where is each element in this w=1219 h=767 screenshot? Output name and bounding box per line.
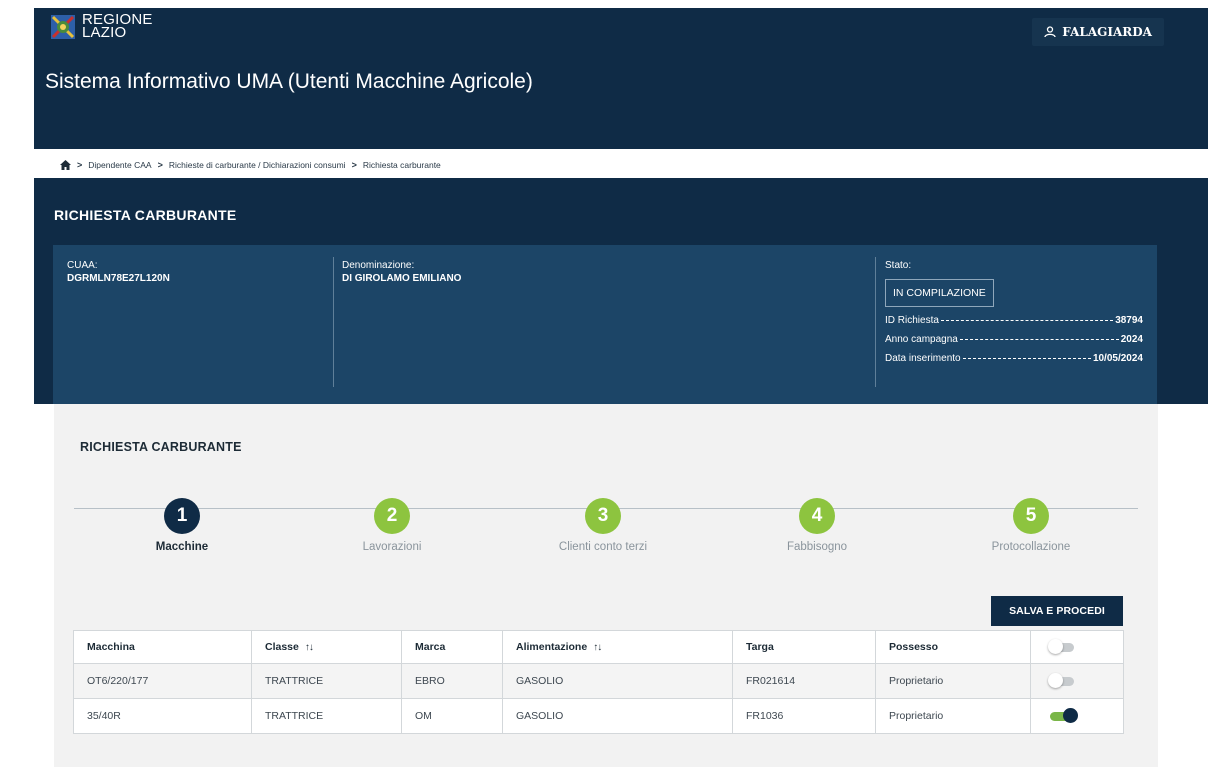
- cuaa-block: CUAA: DGRMLN78E27L120N: [67, 245, 170, 404]
- meta-label: Anno campagna: [885, 334, 958, 345]
- user-icon: [1044, 26, 1056, 38]
- machines-table: Macchina Classe ↑↓ Marca Alimentazione ↑↓ …: [73, 630, 1124, 734]
- column-label: Possesso: [889, 641, 939, 653]
- table-header-row: Macchina Classe ↑↓ Marca Alimentazione ↑↓ …: [73, 630, 1124, 664]
- step-protocollazione[interactable]: 5 Protocollazione: [941, 498, 1121, 553]
- meta-value: 10/05/2024: [1092, 353, 1143, 364]
- cell-targa: FR021614: [732, 663, 876, 699]
- toggle-knob: [1048, 639, 1063, 654]
- step-clienti-conto-terzi[interactable]: 3 Clienti conto terzi: [513, 498, 693, 553]
- column-header-targa: Targa: [732, 630, 876, 664]
- page-title: RICHIESTA CARBURANTE: [54, 207, 237, 223]
- cell-macchina: 35/40R: [73, 698, 252, 734]
- column-header-alimentazione[interactable]: Alimentazione ↑↓: [502, 630, 733, 664]
- step-label: Protocollazione: [991, 541, 1071, 553]
- cell-targa: FR1036: [732, 698, 876, 734]
- user-menu-button[interactable]: FALAGIARDA: [1032, 18, 1164, 46]
- cell-possesso: Proprietario: [875, 663, 1031, 699]
- user-name: FALAGIARDA: [1062, 25, 1152, 39]
- column-label: Macchina: [87, 641, 135, 653]
- meta-label: ID Richiesta: [885, 315, 939, 326]
- breadcrumb: > Dipendente CAA > Richieste di carburan…: [60, 160, 441, 170]
- request-summary: RICHIESTA CARBURANTE CUAA: DGRMLN78E27L1…: [34, 178, 1208, 404]
- meta-id-richiesta: ID Richiesta 38794: [885, 315, 1143, 326]
- cell-alimentazione: GASOLIO: [502, 698, 733, 734]
- meta-data-inserimento: Data inserimento 10/05/2024: [885, 353, 1143, 364]
- step-lavorazioni[interactable]: 2 Lavorazioni: [302, 498, 482, 553]
- sort-icon[interactable]: ↑↓: [593, 642, 602, 653]
- column-header-possesso: Possesso: [875, 630, 1031, 664]
- save-and-proceed-button[interactable]: SALVA E PROCEDI: [991, 596, 1123, 626]
- sort-icon[interactable]: ↑↓: [305, 642, 314, 653]
- breadcrumb-separator: >: [157, 160, 163, 170]
- regione-lazio-logo-icon[interactable]: [50, 14, 76, 40]
- column-label: Targa: [746, 641, 774, 653]
- column-header-select-all[interactable]: [1030, 630, 1124, 664]
- step-fabbisogno[interactable]: 4 Fabbisogno: [727, 498, 907, 553]
- step-label: Fabbisogno: [786, 541, 848, 553]
- step-label: Lavorazioni: [362, 541, 422, 553]
- stato-block: Stato: IN COMPILAZIONE ID Richiesta 3879…: [885, 245, 1143, 404]
- request-info-panel: CUAA: DGRMLN78E27L120N Denominazione: DI…: [53, 245, 1157, 404]
- app-title: Sistema Informativo UMA (Utenti Macchine…: [45, 70, 533, 93]
- column-header-marca: Marca: [401, 630, 503, 664]
- column-label: Classe: [265, 641, 299, 653]
- toggle-knob: [1048, 673, 1063, 688]
- breadcrumb-separator: >: [351, 160, 357, 170]
- step-number: 3: [585, 498, 621, 534]
- breadcrumb-item-dipendente-caa[interactable]: Dipendente CAA: [88, 160, 151, 170]
- cell-marca: EBRO: [401, 663, 503, 699]
- step-macchine[interactable]: 1 Macchine: [92, 498, 272, 553]
- cuaa-label: CUAA:: [67, 260, 98, 271]
- step-label: Macchine: [155, 541, 209, 553]
- cell-select[interactable]: [1030, 698, 1124, 734]
- cell-macchina: OT6/220/177: [73, 663, 252, 699]
- status-badge: IN COMPILAZIONE: [885, 279, 994, 307]
- meta-value: 2024: [1120, 334, 1143, 345]
- step-number: 2: [374, 498, 410, 534]
- brand-name: REGIONE LAZIO: [82, 12, 153, 40]
- column-header-classe[interactable]: Classe ↑↓: [251, 630, 402, 664]
- table-row[interactable]: 35/40R TRATTRICE OM GASOLIO FR1036 Propr…: [73, 698, 1124, 734]
- select-all-toggle[interactable]: [1048, 639, 1078, 654]
- home-icon[interactable]: [60, 160, 71, 170]
- step-number: 1: [164, 498, 200, 534]
- denominazione-value: DI GIROLAMO EMILIANO: [342, 273, 462, 284]
- cell-possesso: Proprietario: [875, 698, 1031, 734]
- meta-value: 38794: [1115, 315, 1143, 326]
- step-label: Clienti conto terzi: [558, 541, 648, 553]
- app-header: REGIONE LAZIO FALAGIARDA Sistema Informa…: [34, 8, 1208, 149]
- cell-alimentazione: GASOLIO: [502, 663, 733, 699]
- step-number: 5: [1013, 498, 1049, 534]
- toggle-knob: [1063, 708, 1078, 723]
- denominazione-label: Denominazione:: [342, 260, 415, 271]
- denominazione-block: Denominazione: DI GIROLAMO EMILIANO: [342, 245, 461, 404]
- row-select-toggle[interactable]: [1048, 708, 1078, 723]
- meta-label: Data inserimento: [885, 353, 961, 364]
- column-header-macchina: Macchina: [73, 630, 252, 664]
- info-divider: [333, 257, 334, 387]
- meta-anno-campagna: Anno campagna 2024: [885, 334, 1143, 345]
- table-row[interactable]: OT6/220/177 TRATTRICE EBRO GASOLIO FR021…: [73, 663, 1124, 699]
- breadcrumb-item-richieste[interactable]: Richieste di carburante / Dichiarazioni …: [169, 160, 346, 170]
- leader-dots: [959, 339, 1119, 340]
- breadcrumb-separator: >: [77, 160, 83, 170]
- breadcrumb-item-current: Richiesta carburante: [362, 160, 441, 170]
- cell-classe: TRATTRICE: [251, 663, 402, 699]
- stato-label: Stato:: [885, 260, 912, 271]
- cell-select[interactable]: [1030, 663, 1124, 699]
- cuaa-value: DGRMLN78E27L120N: [67, 273, 170, 284]
- column-label: Alimentazione: [516, 641, 588, 653]
- column-label: Marca: [415, 641, 446, 653]
- leader-dots: [940, 320, 1114, 321]
- cell-classe: TRATTRICE: [251, 698, 402, 734]
- step-number: 4: [799, 498, 835, 534]
- wizard-panel: RICHIESTA CARBURANTE 1 Macchine 2 Lavora…: [54, 404, 1158, 767]
- leader-dots: [962, 358, 1091, 359]
- wizard-title: RICHIESTA CARBURANTE: [80, 440, 242, 454]
- row-select-toggle[interactable]: [1048, 673, 1078, 688]
- info-divider: [875, 257, 876, 387]
- cell-marca: OM: [401, 698, 503, 734]
